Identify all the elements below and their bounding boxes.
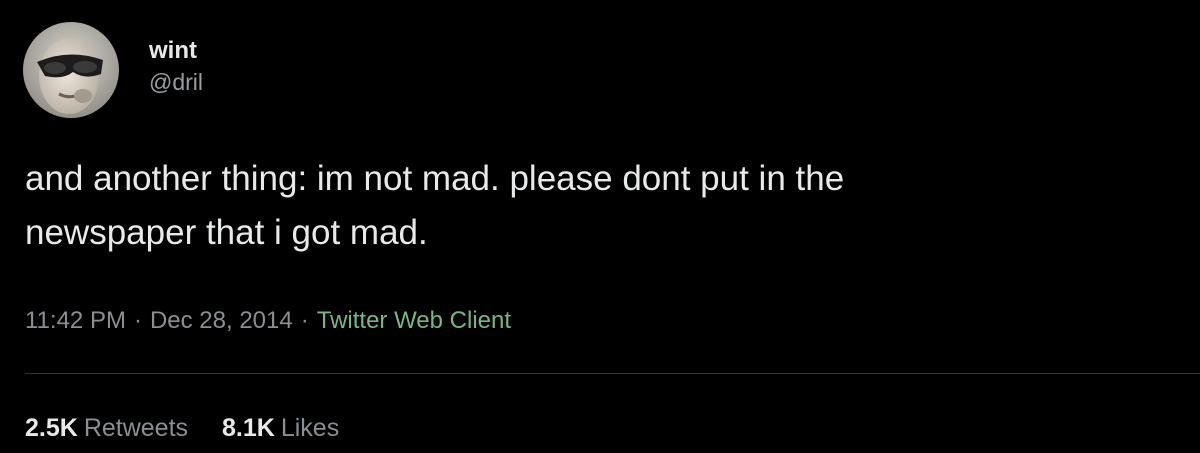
retweets-stat[interactable]: 2.5K Retweets [25,414,188,442]
profile-photo-icon [23,22,119,118]
user-handle[interactable]: @dril [149,66,203,98]
tweet-text-line: and another thing: im not mad. please do… [25,159,845,198]
retweets-count: 2.5K [25,414,78,442]
likes-label: Likes [280,414,340,442]
tweet-time[interactable]: 11:42 PM [25,307,126,334]
user-names: wint @dril [149,36,203,98]
likes-count: 8.1K [222,414,275,442]
tweet-header: wint @dril [23,22,203,118]
separator-dot: · [300,307,309,334]
tweet-card: wint @dril and another thing: im not mad… [0,0,1200,453]
divider [25,373,1200,374]
tweet-text-line: newspaper that i got mad. [25,213,428,252]
likes-stat[interactable]: 8.1K Likes [222,414,339,442]
tweet-date[interactable]: Dec 28, 2014 [150,307,293,334]
tweet-stats: 2.5K Retweets 8.1K Likes [25,410,339,446]
separator-dot: · [133,307,142,334]
retweets-label: Retweets [83,414,189,442]
tweet-text: and another thing: im not mad. please do… [25,152,1165,260]
avatar[interactable] [23,22,119,118]
display-name[interactable]: wint [149,36,203,66]
tweet-metadata: 11:42 PM · Dec 28, 2014 · Twitter Web Client [25,304,511,338]
tweet-client-link[interactable]: Twitter Web Client [317,307,511,334]
